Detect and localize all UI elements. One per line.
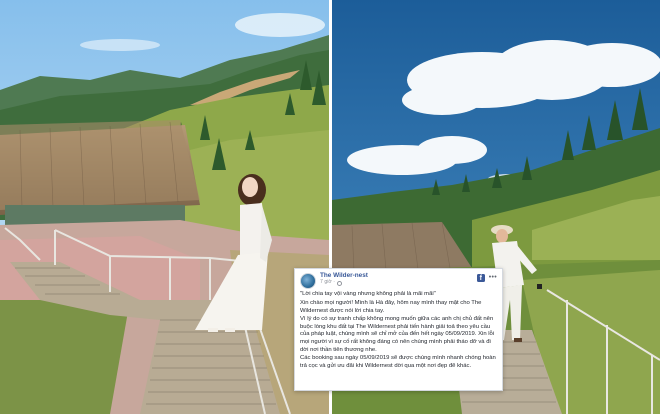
globe-icon — [336, 280, 342, 286]
post-meta: The Wilder-nest 7 giờ · — [320, 272, 477, 286]
post-paragraph: "Lời chia tay vội vàng nhưng không phải … — [300, 291, 436, 297]
post-paragraph: Các booking sau ngày 05/09/2019 sẽ được … — [300, 355, 496, 370]
post-paragraph: Xin chào mọi người! Mình là Hà đây, hôm … — [300, 299, 482, 314]
post-paragraph: Vì lý do có sự tranh chấp không mong muố… — [300, 315, 495, 353]
post-header: The Wilder-nest 7 giờ · f ••• — [295, 269, 502, 291]
facebook-post-card: The Wilder-nest 7 giờ · f ••• "Lời chia … — [294, 268, 503, 391]
post-header-icons: f ••• — [476, 274, 497, 282]
page-avatar[interactable] — [300, 273, 316, 289]
post-time-row: 7 giờ · — [320, 280, 477, 286]
girl-on-boardwalk-photo-image — [0, 0, 329, 414]
post-time[interactable]: 7 giờ · — [320, 280, 335, 285]
page-name-link[interactable]: The Wilder-nest — [320, 272, 477, 279]
left-photo — [0, 0, 329, 414]
facebook-icon: f — [476, 274, 485, 282]
post-body: "Lời chia tay vội vàng nhưng không phải … — [295, 291, 502, 371]
more-icon[interactable]: ••• — [489, 274, 497, 282]
